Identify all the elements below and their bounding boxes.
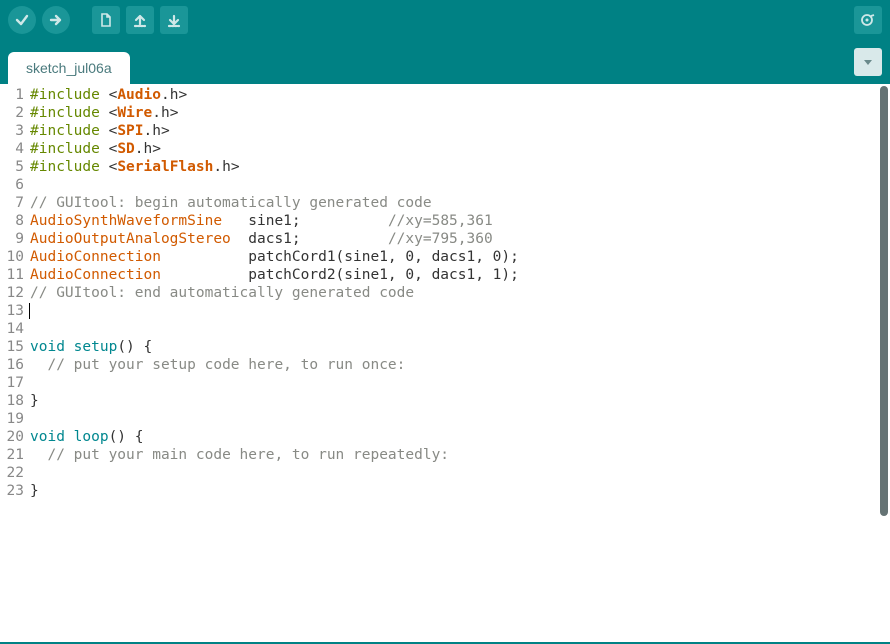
code-line[interactable]: #include <Audio.h> xyxy=(30,86,890,104)
tab-bar: sketch_jul06a xyxy=(0,40,890,84)
open-button[interactable] xyxy=(126,6,154,34)
line-number: 20 xyxy=(0,428,24,446)
line-number: 3 xyxy=(0,122,24,140)
code-line[interactable] xyxy=(30,176,890,194)
new-button[interactable] xyxy=(92,6,120,34)
line-number: 2 xyxy=(0,104,24,122)
code-line[interactable]: AudioConnection patchCord2(sine1, 0, dac… xyxy=(30,266,890,284)
code-line[interactable]: AudioSynthWaveformSine sine1; //xy=585,3… xyxy=(30,212,890,230)
code-line[interactable] xyxy=(30,320,890,338)
arrow-down-icon xyxy=(166,12,182,28)
line-number: 12 xyxy=(0,284,24,302)
toolbar xyxy=(0,0,890,40)
line-number: 10 xyxy=(0,248,24,266)
code-line[interactable]: #include <SerialFlash.h> xyxy=(30,158,890,176)
code-editor[interactable]: 1234567891011121314151617181920212223 #i… xyxy=(0,84,890,644)
serial-monitor-icon xyxy=(859,11,877,29)
tab-sketch[interactable]: sketch_jul06a xyxy=(8,52,130,84)
line-number: 16 xyxy=(0,356,24,374)
code-line[interactable] xyxy=(30,464,890,482)
arrow-up-icon xyxy=(132,12,148,28)
line-number: 22 xyxy=(0,464,24,482)
code-line[interactable]: } xyxy=(30,482,890,500)
code-line[interactable] xyxy=(30,410,890,428)
line-number: 7 xyxy=(0,194,24,212)
code-line[interactable]: #include <SPI.h> xyxy=(30,122,890,140)
code-line[interactable]: #include <Wire.h> xyxy=(30,104,890,122)
line-number: 4 xyxy=(0,140,24,158)
line-number-gutter: 1234567891011121314151617181920212223 xyxy=(0,84,28,642)
line-number: 6 xyxy=(0,176,24,194)
line-number: 13 xyxy=(0,302,24,320)
caret-down-icon xyxy=(862,56,874,68)
upload-button[interactable] xyxy=(42,6,70,34)
line-number: 15 xyxy=(0,338,24,356)
line-number: 23 xyxy=(0,482,24,500)
code-line[interactable]: // put your main code here, to run repea… xyxy=(30,446,890,464)
file-icon xyxy=(98,12,114,28)
line-number: 11 xyxy=(0,266,24,284)
code-area[interactable]: #include <Audio.h>#include <Wire.h>#incl… xyxy=(28,84,890,642)
line-number: 14 xyxy=(0,320,24,338)
text-caret xyxy=(29,303,30,319)
tab-label: sketch_jul06a xyxy=(26,60,112,76)
tab-menu-button[interactable] xyxy=(854,48,882,76)
line-number: 5 xyxy=(0,158,24,176)
code-line[interactable] xyxy=(30,302,890,320)
code-line[interactable]: AudioOutputAnalogStereo dacs1; //xy=795,… xyxy=(30,230,890,248)
code-line[interactable] xyxy=(30,374,890,392)
arrow-right-icon xyxy=(48,12,64,28)
line-number: 18 xyxy=(0,392,24,410)
check-icon xyxy=(14,12,30,28)
code-line[interactable]: void loop() { xyxy=(30,428,890,446)
code-line[interactable]: void setup() { xyxy=(30,338,890,356)
code-line[interactable]: // GUItool: begin automatically generate… xyxy=(30,194,890,212)
code-line[interactable]: // put your setup code here, to run once… xyxy=(30,356,890,374)
code-line[interactable]: // GUItool: end automatically generated … xyxy=(30,284,890,302)
code-line[interactable]: } xyxy=(30,392,890,410)
line-number: 21 xyxy=(0,446,24,464)
save-button[interactable] xyxy=(160,6,188,34)
line-number: 1 xyxy=(0,86,24,104)
verify-button[interactable] xyxy=(8,6,36,34)
serial-monitor-button[interactable] xyxy=(854,6,882,34)
line-number: 19 xyxy=(0,410,24,428)
line-number: 9 xyxy=(0,230,24,248)
code-line[interactable]: #include <SD.h> xyxy=(30,140,890,158)
scrollbar-thumb[interactable] xyxy=(880,86,888,516)
line-number: 17 xyxy=(0,374,24,392)
code-line[interactable]: AudioConnection patchCord1(sine1, 0, dac… xyxy=(30,248,890,266)
line-number: 8 xyxy=(0,212,24,230)
